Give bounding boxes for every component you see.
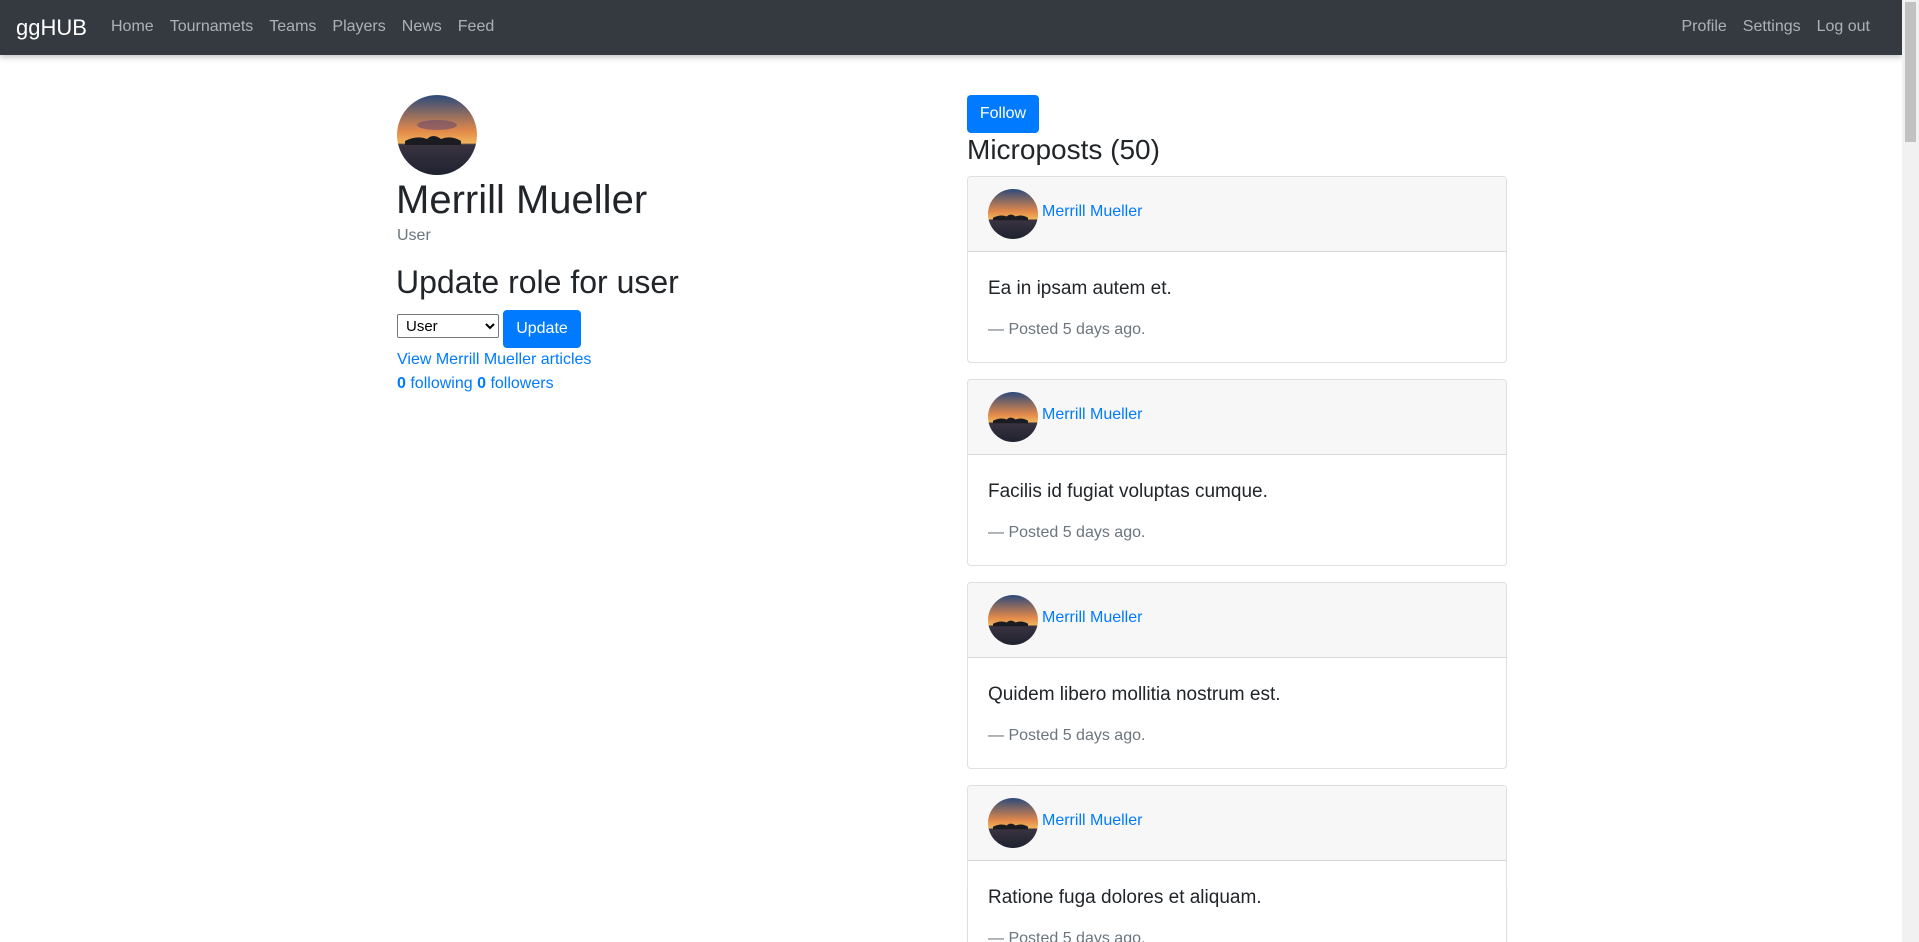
nav-teams[interactable]: Teams: [261, 18, 324, 36]
micropost-author-link[interactable]: Merrill Mueller: [1042, 406, 1142, 424]
view-articles-link[interactable]: View Merrill Mueller articles: [397, 351, 591, 369]
nav-home[interactable]: Home: [103, 18, 162, 36]
nav-left-group: Home Tournamets Teams Players News Feed: [103, 18, 502, 36]
micropost-body: Facilis id fugiat voluptas cumque. — Pos…: [968, 455, 1506, 565]
profile-role: User: [397, 227, 431, 244]
update-role-button[interactable]: Update: [503, 310, 581, 348]
top-navbar: ggHUB Home Tournamets Teams Players News…: [0, 0, 1902, 55]
following-count: 0: [397, 375, 406, 392]
micropost-timestamp: — Posted 5 days ago.: [988, 727, 1146, 744]
micropost-card: Merrill Mueller Quidem libero mollitia n…: [967, 582, 1507, 769]
nav-profile[interactable]: Profile: [1673, 18, 1734, 36]
micropost-text: Ea in ipsam autem et.: [988, 278, 1172, 299]
nav-players[interactable]: Players: [324, 18, 393, 36]
micropost-timestamp: — Posted 5 days ago.: [988, 524, 1146, 541]
page-scrollbar[interactable]: [1902, 0, 1919, 942]
micropost-text: Quidem libero mollitia nostrum est.: [988, 684, 1281, 705]
micropost-header: Merrill Mueller: [968, 583, 1506, 658]
author-avatar[interactable]: [988, 595, 1038, 645]
nav-logout[interactable]: Log out: [1809, 18, 1878, 36]
brand-logo[interactable]: ggHUB: [16, 15, 87, 41]
author-avatar[interactable]: [988, 798, 1038, 848]
micropost-card: Merrill Mueller Facilis id fugiat volupt…: [967, 379, 1507, 566]
nav-feed[interactable]: Feed: [450, 18, 502, 36]
follow-button[interactable]: Follow: [967, 95, 1039, 133]
followers-count: 0: [477, 375, 486, 392]
nav-news[interactable]: News: [394, 18, 450, 36]
micropost-card: Merrill Mueller Ea in ipsam autem et. — …: [967, 176, 1507, 363]
micropost-text: Facilis id fugiat voluptas cumque.: [988, 481, 1268, 502]
nav-tournaments[interactable]: Tournamets: [162, 18, 262, 36]
micropost-header: Merrill Mueller: [968, 380, 1506, 455]
micropost-timestamp: — Posted 5 days ago.: [988, 930, 1146, 942]
micropost-header: Merrill Mueller: [968, 177, 1506, 252]
micropost-timestamp: — Posted 5 days ago.: [988, 321, 1146, 338]
author-avatar[interactable]: [988, 392, 1038, 442]
micropost-header: Merrill Mueller: [968, 786, 1506, 861]
followers-label: followers: [490, 375, 554, 392]
micropost-text: Ratione fuga dolores et aliquam.: [988, 887, 1262, 908]
micropost-body: Ratione fuga dolores et aliquam. — Poste…: [968, 861, 1506, 942]
scrollbar-thumb[interactable]: [1905, 2, 1916, 142]
profile-avatar: [397, 95, 477, 175]
followers-link[interactable]: 0 followers: [477, 375, 554, 392]
microposts-heading: Microposts (50): [967, 134, 1160, 165]
sunset-avatar-image: [988, 595, 1038, 645]
micropost-author-link[interactable]: Merrill Mueller: [1042, 609, 1142, 627]
following-label: following: [410, 375, 473, 392]
micropost-body: Ea in ipsam autem et. — Posted 5 days ag…: [968, 252, 1506, 362]
micropost-author-link[interactable]: Merrill Mueller: [1042, 203, 1142, 221]
sunset-avatar-image: [988, 189, 1038, 239]
profile-name: Merrill Mueller: [396, 178, 648, 222]
micropost-card: Merrill Mueller Ratione fuga dolores et …: [967, 785, 1507, 942]
micropost-body: Quidem libero mollitia nostrum est. — Po…: [968, 658, 1506, 768]
nav-right-group: Profile Settings Log out: [1673, 18, 1878, 36]
sunset-avatar-image: [988, 392, 1038, 442]
nav-settings[interactable]: Settings: [1735, 18, 1809, 36]
micropost-author-link[interactable]: Merrill Mueller: [1042, 812, 1142, 830]
update-role-heading: Update role for user: [396, 264, 679, 300]
follow-stats: 0 following 0 followers: [397, 375, 554, 393]
sunset-avatar-image: [988, 798, 1038, 848]
sunset-avatar-image: [397, 95, 477, 175]
following-link[interactable]: 0 following: [397, 375, 473, 392]
role-select[interactable]: User: [397, 314, 499, 338]
author-avatar[interactable]: [988, 189, 1038, 239]
